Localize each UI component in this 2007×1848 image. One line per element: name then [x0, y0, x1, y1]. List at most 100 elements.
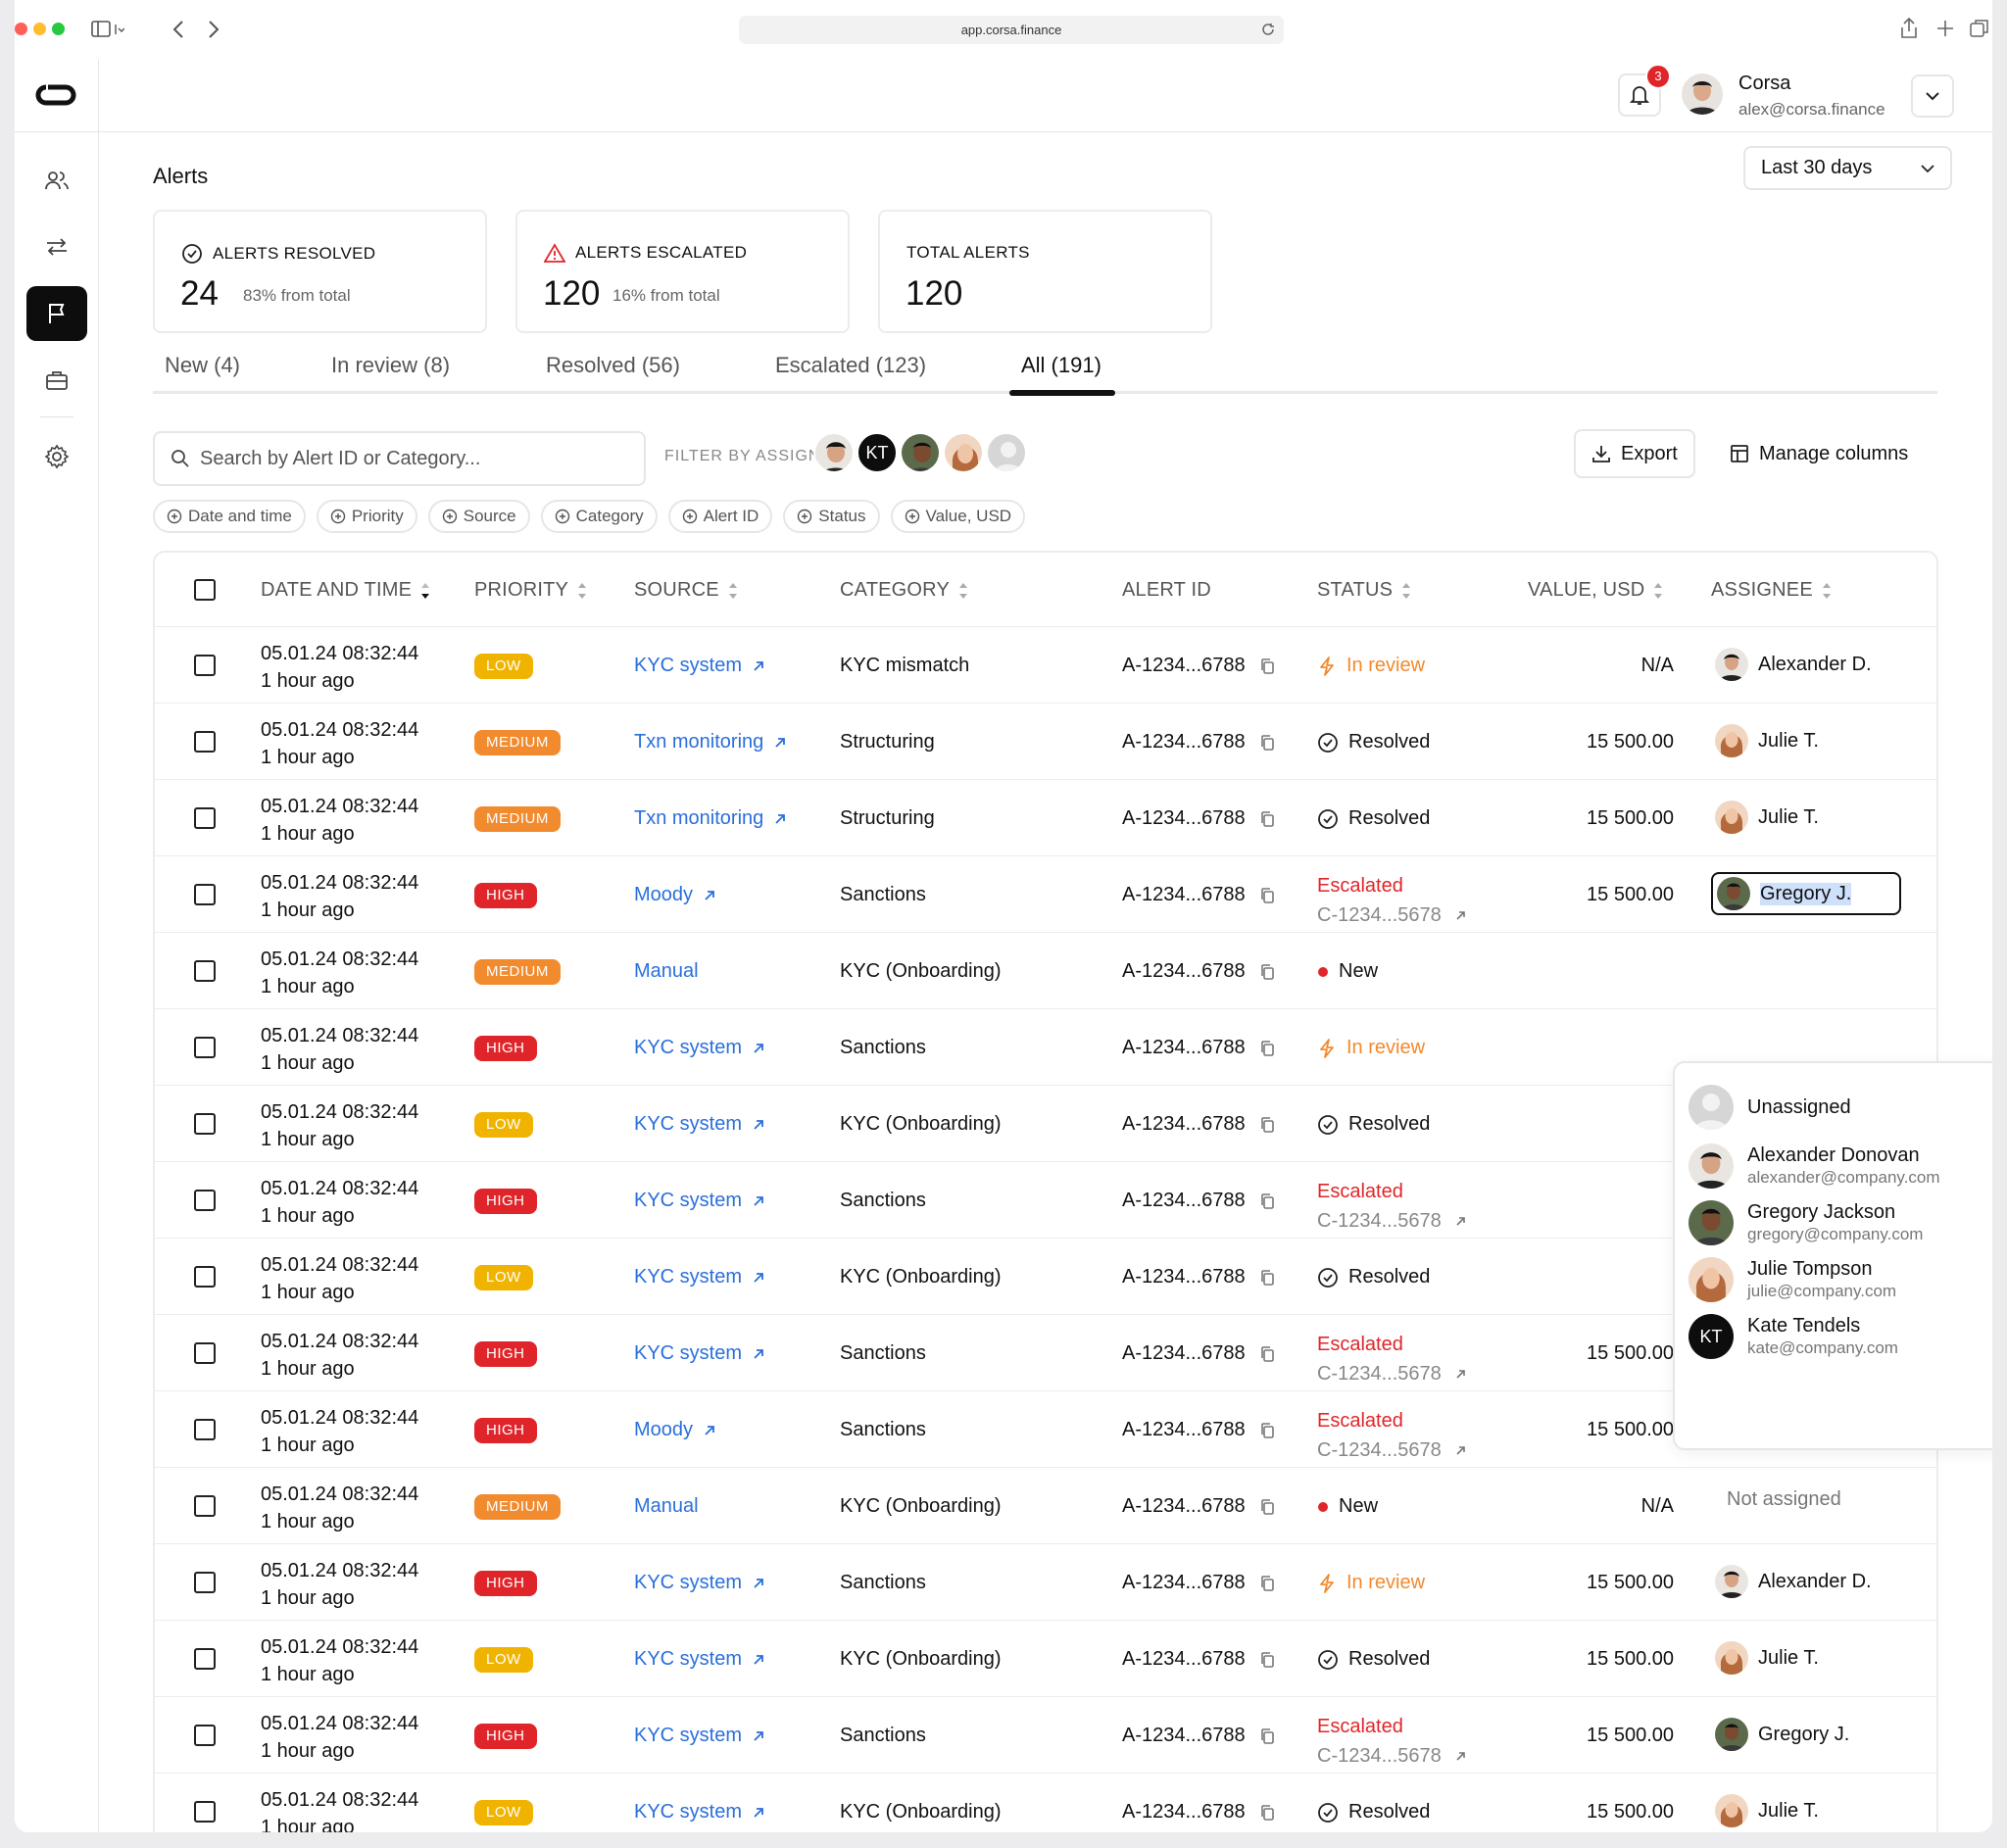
case-link[interactable]: C-1234...5678 [1317, 1206, 1467, 1236]
close-window-button[interactable] [15, 23, 27, 35]
external-link-icon[interactable] [1455, 1444, 1467, 1456]
column-header-date[interactable]: DATE AND TIME [261, 579, 431, 602]
source-link[interactable]: Manual [634, 1495, 699, 1518]
copy-icon[interactable] [1259, 734, 1275, 752]
assignee-cell[interactable]: Gregory J. [1715, 1718, 1849, 1751]
table-row[interactable]: 05.01.24 08:32:44 1 hour ago LOW KYC syst… [155, 1086, 1936, 1162]
row-checkbox[interactable] [194, 1725, 216, 1746]
tab-in-review[interactable]: In review (8) [331, 353, 450, 378]
table-row[interactable]: 05.01.24 08:32:44 1 hour ago HIGH KYC sys… [155, 1009, 1936, 1086]
source-link[interactable]: KYC system [634, 1342, 765, 1365]
chip-category[interactable]: Category [540, 500, 658, 533]
assignee-cell[interactable]: Alexander D. [1715, 1565, 1872, 1598]
account-menu-button[interactable] [1911, 74, 1954, 118]
manage-columns-button[interactable]: Manage columns [1712, 429, 1927, 478]
source-link[interactable]: KYC system [634, 1037, 765, 1059]
table-row[interactable]: 05.01.24 08:32:44 1 hour ago HIGH KYC sys… [155, 1315, 1936, 1391]
sidebar-item-users[interactable] [26, 153, 87, 208]
source-link[interactable]: KYC system [634, 1725, 765, 1747]
assignee-cell[interactable]: Julie T. [1715, 1641, 1819, 1675]
tab-resolved[interactable]: Resolved (56) [546, 353, 680, 378]
reload-icon[interactable] [1261, 23, 1276, 37]
assignee-filter-julie[interactable] [943, 432, 984, 473]
chip-status[interactable]: Status [783, 500, 880, 533]
source-link[interactable]: Moody [634, 884, 716, 906]
row-checkbox[interactable] [194, 1648, 216, 1670]
row-checkbox[interactable] [194, 655, 216, 676]
user-avatar[interactable] [1682, 73, 1723, 115]
column-header-category[interactable]: CATEGORY [840, 579, 969, 602]
source-link[interactable]: Manual [634, 960, 699, 983]
case-link[interactable]: C-1234...5678 [1317, 900, 1467, 930]
column-header-priority[interactable]: PRIORITY [474, 579, 588, 602]
chip-source[interactable]: Source [427, 500, 530, 533]
assignee-cell[interactable]: Julie T. [1715, 801, 1819, 834]
column-header-source[interactable]: SOURCE [634, 579, 739, 602]
table-row[interactable]: 05.01.24 08:32:44 1 hour ago LOW KYC syst… [155, 1774, 1936, 1832]
assignee-filter-gregory[interactable] [900, 432, 941, 473]
table-row[interactable]: 05.01.24 08:32:44 1 hour ago MEDIUM Manua… [155, 933, 1936, 1009]
chip-priority[interactable]: Priority [316, 500, 417, 533]
row-checkbox[interactable] [194, 731, 216, 753]
table-row[interactable]: 05.01.24 08:32:44 1 hour ago HIGH Moody S… [155, 1391, 1936, 1468]
status-escalated[interactable]: Escalated C-1234...5678 [1317, 1330, 1467, 1388]
date-range-select[interactable]: Last 30 days [1743, 146, 1952, 190]
external-link-icon[interactable] [1455, 1215, 1467, 1227]
column-header-status[interactable]: STATUS [1317, 579, 1412, 602]
assignee-cell[interactable]: Gregory J. [1711, 872, 1901, 915]
chip-alert-id[interactable]: Alert ID [667, 500, 773, 533]
source-link[interactable]: KYC system [634, 1266, 765, 1289]
sidebar-item-cases[interactable] [26, 353, 87, 408]
export-button[interactable]: Export [1574, 429, 1695, 478]
tab-overview-icon[interactable] [1970, 19, 1989, 38]
row-checkbox[interactable] [194, 1037, 216, 1058]
row-checkbox[interactable] [194, 1419, 216, 1440]
assignee-cell[interactable]: Not assigned [1727, 1488, 1841, 1511]
assignee-cell[interactable]: Julie T. [1715, 1794, 1819, 1827]
minimize-window-button[interactable] [33, 23, 46, 35]
back-icon[interactable] [171, 20, 185, 39]
forward-icon[interactable] [207, 20, 220, 39]
table-row[interactable]: 05.01.24 08:32:44 1 hour ago MEDIUM Manua… [155, 1468, 1936, 1544]
source-link[interactable]: KYC system [634, 1648, 765, 1671]
status-escalated[interactable]: Escalated C-1234...5678 [1317, 1406, 1467, 1465]
copy-icon[interactable] [1259, 1575, 1275, 1592]
row-checkbox[interactable] [194, 1266, 216, 1288]
row-checkbox[interactable] [194, 884, 216, 905]
copy-icon[interactable] [1259, 1651, 1275, 1669]
table-row[interactable]: 05.01.24 08:32:44 1 hour ago MEDIUM Txn m… [155, 780, 1936, 856]
assignee-cell[interactable]: Julie T. [1715, 724, 1819, 757]
row-checkbox[interactable] [194, 807, 216, 829]
assignee-filter-kate[interactable]: KT [857, 432, 898, 473]
select-all-checkbox[interactable] [194, 579, 216, 601]
dropdown-option[interactable]: KT Kate Tendels kate@company.com [1689, 1314, 1898, 1359]
table-row[interactable]: 05.01.24 08:32:44 1 hour ago LOW KYC syst… [155, 1239, 1936, 1315]
chip-value-usd[interactable]: Value, USD [890, 500, 1026, 533]
sidebar-item-settings[interactable] [26, 429, 87, 484]
status-escalated[interactable]: Escalated C-1234...5678 [1317, 871, 1467, 930]
copy-icon[interactable] [1259, 1804, 1275, 1822]
source-link[interactable]: KYC system [634, 1190, 765, 1212]
row-checkbox[interactable] [194, 1342, 216, 1364]
copy-icon[interactable] [1259, 1422, 1275, 1439]
chip-date-and-time[interactable]: Date and time [153, 500, 306, 533]
dropdown-option[interactable]: Unassigned [1689, 1085, 1851, 1130]
source-link[interactable]: Txn monitoring [634, 807, 787, 830]
copy-icon[interactable] [1259, 963, 1275, 981]
copy-icon[interactable] [1259, 1727, 1275, 1745]
row-checkbox[interactable] [194, 1572, 216, 1593]
column-header-value[interactable]: VALUE, USD [1528, 579, 1664, 602]
row-checkbox[interactable] [194, 1495, 216, 1517]
external-link-icon[interactable] [1455, 1750, 1467, 1762]
row-checkbox[interactable] [194, 1113, 216, 1135]
tab-all[interactable]: All (191) [1021, 353, 1101, 378]
source-link[interactable]: Moody [634, 1419, 716, 1441]
table-row[interactable]: 05.01.24 08:32:44 1 hour ago HIGH Moody S… [155, 856, 1936, 933]
table-row[interactable]: 05.01.24 08:32:44 1 hour ago HIGH KYC sys… [155, 1162, 1936, 1239]
copy-icon[interactable] [1259, 1498, 1275, 1516]
table-row[interactable]: 05.01.24 08:32:44 1 hour ago MEDIUM Txn m… [155, 704, 1936, 780]
dropdown-option[interactable]: Gregory Jackson gregory@company.com [1689, 1200, 1923, 1245]
tab-escalated[interactable]: Escalated (123) [775, 353, 926, 378]
column-header-assignee[interactable]: ASSIGNEE [1711, 579, 1833, 602]
tab-new[interactable]: New (4) [165, 353, 240, 378]
